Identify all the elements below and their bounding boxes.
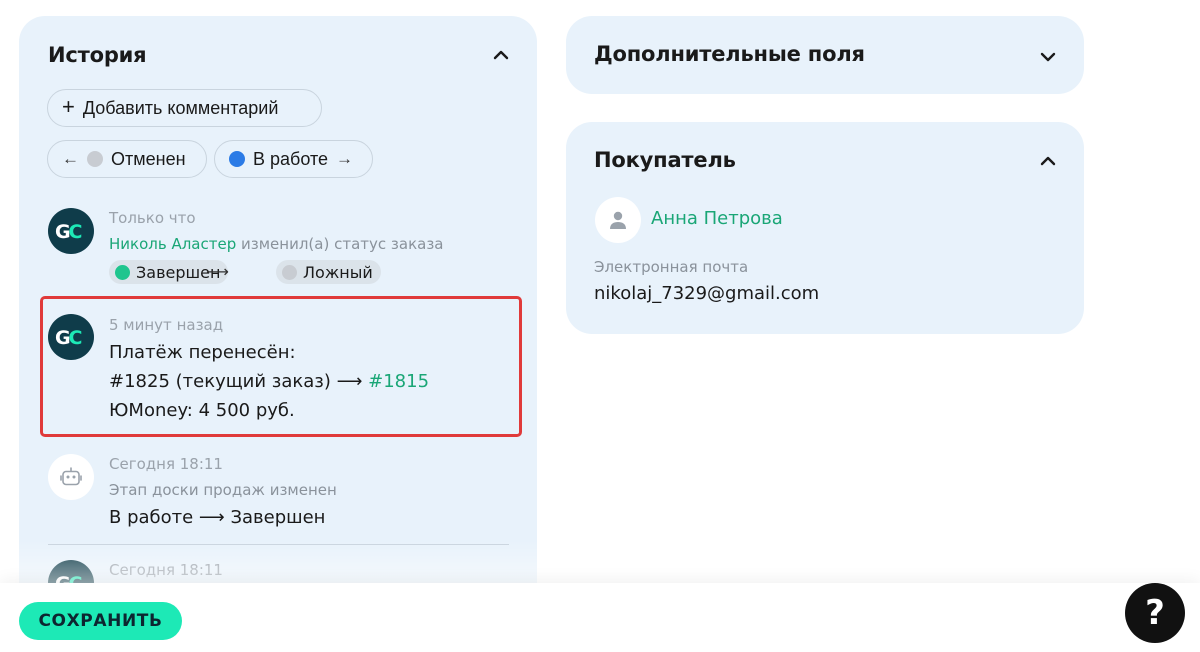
status-next-label: В работе [253,148,329,169]
plus-icon: + [62,94,75,119]
history-entry: G C Только что Николь Аластер изменил(а)… [48,206,518,296]
chevron-up-icon[interactable] [493,49,509,61]
entry-text: Николь Аластер изменил(а) статус заказа [109,235,444,253]
email-label: Электронная почта [594,258,749,276]
user-icon [610,211,626,229]
gc-avatar: G C [48,208,94,254]
entry-action: изменил(а) статус заказа [236,235,444,253]
page: История + Добавить комментарий ← Отменен… [0,0,1200,652]
buyer-name-link[interactable]: Анна Петрова [651,208,783,229]
entry-text: Этап доски продаж изменен [109,481,337,499]
chevron-up-icon[interactable] [1040,155,1056,167]
svg-text:C: C [69,221,83,242]
bottom-bar: СОХРАНИТЬ ? [0,583,1200,652]
chevron-down-icon[interactable] [1040,51,1056,63]
entry-time: Сегодня 18:11 [109,561,223,579]
entry-change: В работе ⟶ Завершен [109,507,326,528]
status-prev-label: Отменен [111,148,186,169]
status-prev-button[interactable]: ← Отменен [47,140,207,178]
buyer-title: Покупатель [594,148,736,172]
status-dot-blue [229,151,245,167]
status-dot-grey [87,151,103,167]
robot-icon [60,467,82,486]
extra-fields-card[interactable]: Дополнительные поля [566,16,1084,94]
status-next-button[interactable]: В работе → [214,140,373,178]
svg-text:C: C [69,327,83,348]
entry-time: 5 минут назад [109,316,224,334]
gc-avatar: G C [48,314,94,360]
status-dot-grey [282,264,297,280]
save-button[interactable]: СОХРАНИТЬ [19,602,182,640]
add-comment-button[interactable]: + Добавить комментарий [47,89,322,127]
gc-logo-icon: G C [55,221,83,242]
payment-title: Платёж перенесён: [109,342,296,363]
payment-amount: ЮMoney: 4 500 руб. [109,400,295,421]
history-entry: Сегодня 18:11 Этап доски продаж изменен … [48,452,518,552]
arrow-left-icon: ← [62,149,79,168]
buyer-avatar [595,197,641,243]
status-chip-to-label: Ложный [303,262,373,282]
entry-time: Только что [109,209,196,227]
question-icon: ? [1145,593,1165,633]
history-title: История [48,43,147,67]
gc-logo-icon: G C [55,327,83,348]
order-link[interactable]: #1815 [368,371,429,392]
history-entry: G C 5 минут назад Платёж перенесён: #182… [48,314,518,434]
help-button[interactable]: ? [1125,583,1185,643]
robot-avatar [48,454,94,500]
extra-fields-title: Дополнительные поля [594,42,865,66]
author-link[interactable]: Николь Аластер [109,235,236,253]
divider [48,544,509,545]
payment-transfer: #1825 (текущий заказ) ⟶ #1815 [109,371,429,392]
entry-time: Сегодня 18:11 [109,455,223,473]
arrow-right-icon: → [336,149,354,168]
status-chip-to: Ложный [276,260,381,284]
long-arrow-right-icon: ⟶ [206,262,229,281]
buyer-card: Покупатель Анна Петрова Электронная почт… [566,122,1084,334]
email-value: nikolaj_7329@gmail.com [594,283,820,304]
add-comment-label: Добавить комментарий [82,97,279,118]
history-card: История + Добавить комментарий ← Отменен… [19,16,537,652]
payment-transfer-text: #1825 (текущий заказ) ⟶ [109,371,369,392]
status-dot-green [115,264,130,280]
